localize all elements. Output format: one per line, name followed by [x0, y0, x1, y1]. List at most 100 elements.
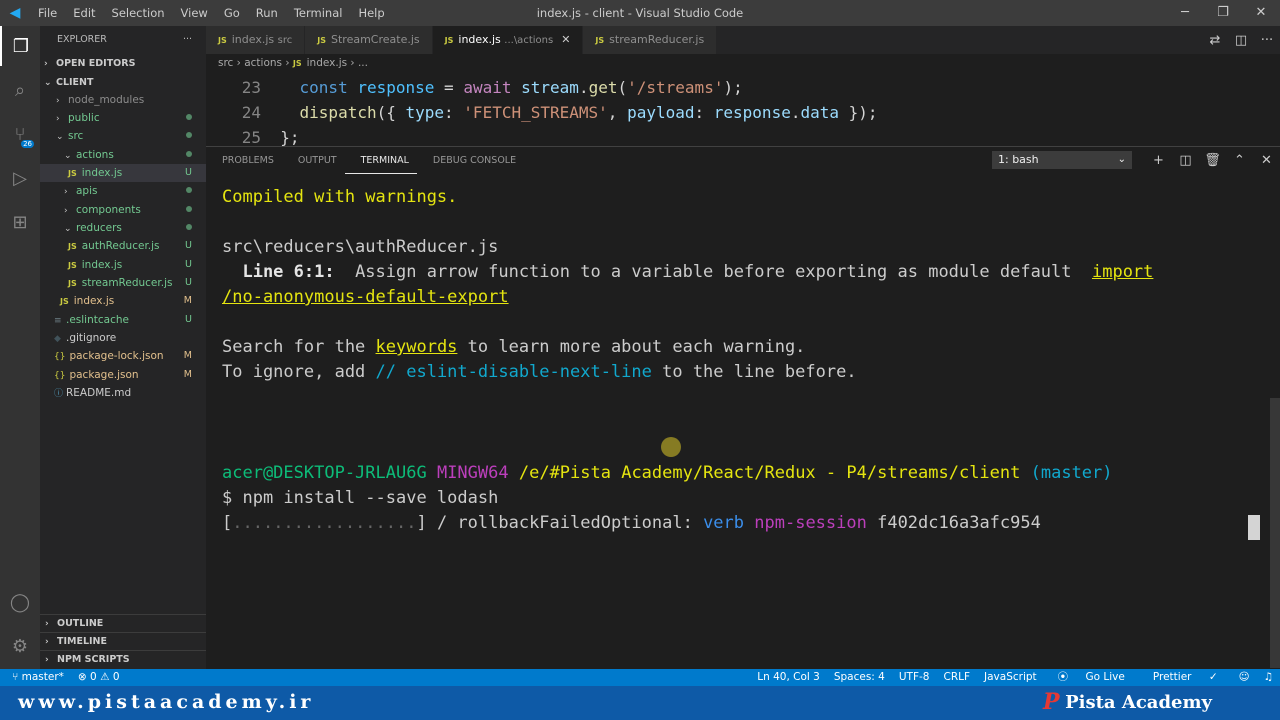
tree-item-stream-reducer[interactable]: JS streamReducer.js U	[40, 274, 206, 292]
breadcrumb-file[interactable]: index.js	[307, 57, 347, 69]
rule-link[interactable]: import	[1092, 262, 1153, 282]
tree-item-components[interactable]: › components	[40, 201, 206, 219]
breadcrumb-symbol[interactable]: ...	[358, 57, 368, 69]
breadcrumb-src[interactable]: src	[218, 57, 233, 69]
gear-icon[interactable]: ⚙	[0, 626, 40, 666]
tree-item-actions[interactable]: ⌄ actions	[40, 146, 206, 164]
js-file-icon: JS	[68, 169, 77, 178]
minimize-icon[interactable]: ─	[1166, 0, 1204, 26]
terminal-scrollbar[interactable]	[1270, 398, 1280, 668]
code-editor[interactable]: 23 const response = await stream.get('/s…	[206, 72, 1196, 146]
open-editors-section[interactable]: › OPEN EDITORS	[40, 54, 206, 73]
explorer-sidebar: EXPLORER ··· › OPEN EDITORS ⌄ CLIENT › node_…	[40, 26, 206, 669]
explorer-header: EXPLORER ···	[40, 26, 206, 54]
breadcrumb-actions[interactable]: actions	[244, 57, 282, 69]
js-file-icon: JS	[444, 36, 454, 45]
tab-stream-reducer[interactable]: JS streamReducer.js	[583, 26, 718, 54]
js-file-icon: JS	[68, 261, 77, 270]
split-editor-icon[interactable]: ◫	[1228, 33, 1254, 48]
npm-scripts-section[interactable]: › NPM SCRIPTS	[40, 650, 206, 668]
more-actions-icon[interactable]: ···	[183, 26, 192, 54]
footer-url: www.pistaacademy.ir	[18, 691, 315, 713]
restore-icon[interactable]: ❐	[1204, 0, 1242, 26]
encoding[interactable]: UTF-8	[892, 669, 937, 686]
open-changes-icon[interactable]: ⇄	[1202, 33, 1228, 48]
terminal-line: Search for the keywords to learn more ab…	[222, 335, 805, 360]
branch-name: master*	[21, 671, 64, 683]
tree-item-label: README.md	[66, 387, 132, 399]
tree-item-actions-index-js[interactable]: JS index.js U	[40, 164, 206, 182]
chevron-down-icon: ⌄	[64, 224, 72, 234]
tree-item-label: index.js	[81, 167, 123, 179]
tree-item-reducers-index-js[interactable]: JS index.js U	[40, 256, 206, 274]
tree-item-label: node_modules	[68, 94, 145, 106]
menu-file[interactable]: File	[30, 6, 65, 20]
tab-index-js-src[interactable]: JS index.js src	[206, 26, 306, 54]
go-live[interactable]: ⦿ Go Live	[1044, 669, 1139, 686]
trash-icon[interactable]: 🗑	[1199, 153, 1226, 168]
run-debug-icon[interactable]: ▷	[0, 158, 40, 198]
tab-stream-create[interactable]: JS StreamCreate.js	[305, 26, 433, 54]
close-panel-icon[interactable]: ✕	[1253, 153, 1280, 168]
rule-link-cont[interactable]: /no-anonymous-default-export	[222, 287, 509, 307]
feedback-icon[interactable]: ☺	[1232, 669, 1257, 686]
tree-item-reducers[interactable]: ⌄ reducers	[40, 219, 206, 237]
outline-section[interactable]: › OUTLINE	[40, 614, 206, 632]
tree-item-eslintcache[interactable]: ≡ .eslintcache U	[40, 311, 206, 329]
split-terminal-icon[interactable]: ◫	[1172, 153, 1199, 168]
client-folder-label: CLIENT	[56, 77, 94, 88]
tree-item-auth-reducer[interactable]: JS authReducer.js U	[40, 237, 206, 255]
close-icon[interactable]: ✕	[1242, 0, 1280, 26]
tab-problems[interactable]: PROBLEMS	[206, 147, 282, 175]
client-folder-section[interactable]: ⌄ CLIENT	[40, 73, 206, 92]
line-number: 24	[241, 103, 261, 122]
menu-run[interactable]: Run	[248, 6, 286, 20]
menu-edit[interactable]: Edit	[65, 6, 103, 20]
menu-go[interactable]: Go	[216, 6, 248, 20]
timeline-section[interactable]: › TIMELINE	[40, 632, 206, 650]
file-lines-icon: ≡	[54, 316, 62, 326]
tree-item-public[interactable]: › public	[40, 109, 206, 127]
tab-debug-console[interactable]: DEBUG CONSOLE	[417, 147, 524, 175]
new-terminal-icon[interactable]: +	[1145, 153, 1172, 168]
explorer-icon[interactable]: ❐	[0, 26, 40, 66]
tree-item-src-index-js[interactable]: JS index.js M	[40, 292, 206, 310]
tree-item-node-modules[interactable]: › node_modules	[40, 91, 206, 109]
tab-terminal[interactable]: TERMINAL	[344, 148, 417, 174]
tree-item-package-json[interactable]: {} package.json M	[40, 366, 206, 384]
problems-status[interactable]: ⊗ 0 ⚠ 0	[78, 669, 120, 686]
prompt-branch: (master)	[1030, 463, 1113, 483]
source-control-icon[interactable]: ⑂ 26	[0, 114, 40, 154]
menu-bar: File Edit Selection View Go Run Terminal…	[30, 6, 393, 20]
warning-location: Line 6:1:	[222, 262, 335, 282]
tab-index-js-actions[interactable]: JS index.js ...\actions ✕	[432, 26, 584, 54]
terminal-select[interactable]: 1: bash ⌄	[992, 151, 1132, 169]
keywords-link[interactable]: keywords	[376, 337, 458, 357]
extensions-icon[interactable]: ⊞	[0, 202, 40, 242]
more-actions-icon[interactable]: ···	[1254, 33, 1280, 48]
close-tab-icon[interactable]: ✕	[561, 33, 570, 46]
search-icon[interactable]: ⌕	[0, 70, 40, 110]
branch-status[interactable]: ⑂ master*	[12, 669, 64, 686]
tree-item-gitignore[interactable]: ◆ .gitignore	[40, 329, 206, 347]
maximize-panel-icon[interactable]: ⌃	[1226, 153, 1253, 168]
minimap[interactable]	[1196, 72, 1280, 146]
tab-output[interactable]: OUTPUT	[282, 147, 345, 175]
line-ending[interactable]: CRLF	[936, 669, 977, 686]
menu-view[interactable]: View	[173, 6, 216, 20]
window-controls: ─ ❐ ✕	[1166, 0, 1280, 26]
menu-selection[interactable]: Selection	[104, 6, 173, 20]
tree-item-src[interactable]: ⌄ src	[40, 127, 206, 145]
cursor-position[interactable]: Ln 40, Col 3	[750, 669, 827, 686]
tree-item-apis[interactable]: › apis	[40, 182, 206, 200]
tree-item-package-lock[interactable]: {} package-lock.json M	[40, 347, 206, 365]
progress-bracket: [	[222, 513, 233, 533]
language-mode[interactable]: JavaScript	[977, 669, 1044, 686]
bell-icon[interactable]: ♫	[1257, 669, 1280, 686]
account-icon[interactable]: ◯	[0, 582, 40, 622]
menu-help[interactable]: Help	[350, 6, 392, 20]
indentation[interactable]: Spaces: 4	[827, 669, 892, 686]
prettier[interactable]: Prettier ✓	[1139, 669, 1232, 686]
tree-item-readme[interactable]: ⓘ README.md	[40, 384, 206, 402]
menu-terminal[interactable]: Terminal	[286, 6, 351, 20]
